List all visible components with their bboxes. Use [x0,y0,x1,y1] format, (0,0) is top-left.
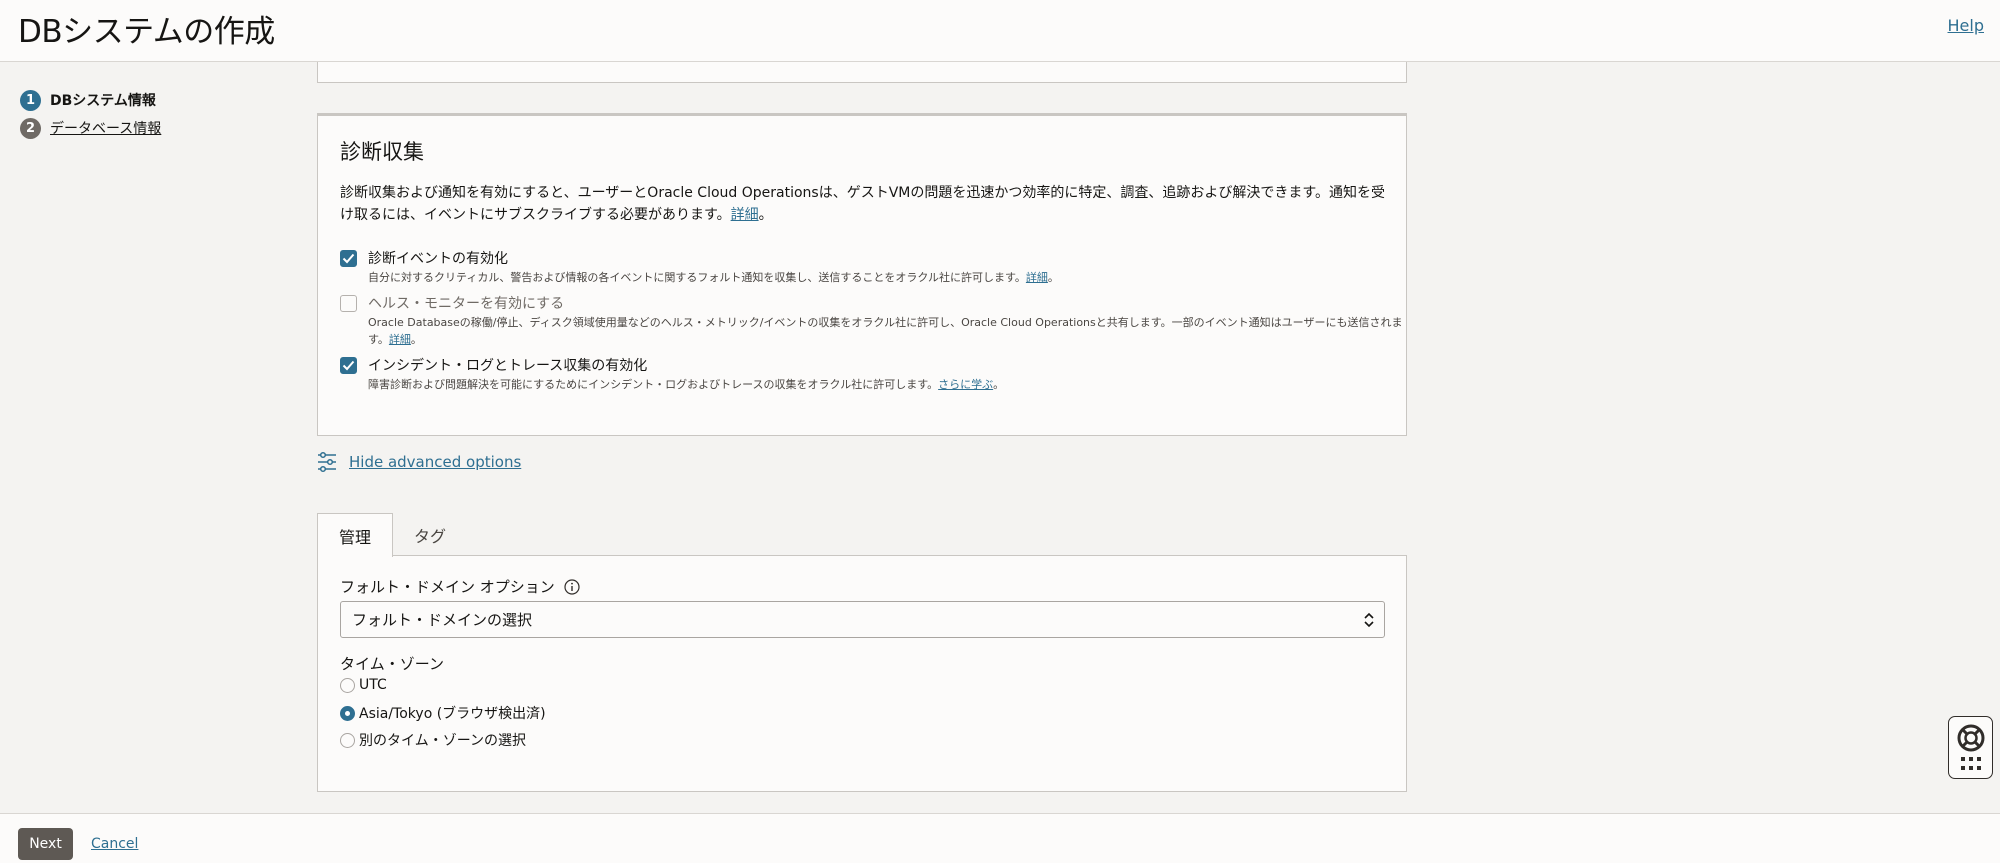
timezone-option-utc[interactable]: UTC [340,677,387,693]
radio-button[interactable] [340,732,355,748]
radio-label: Asia/Tokyo (ブラウザ検出済) [359,706,546,722]
option-label: インシデント・ログとトレース収集の有効化 [368,358,648,374]
previous-section-card [317,62,1407,83]
checkmark-icon [342,360,355,371]
page-header: DBシステムの作成 Help [0,0,2000,62]
help-widget[interactable] [1948,716,1993,779]
option-label: ヘルス・モニターを有効にする [368,296,565,312]
section-description: 診断収集および通知を有効にすると、ユーザーとOracle Cloud Opera… [340,185,1385,223]
section-title: 診断収集 [340,140,424,164]
chevron-up-down-icon [1364,612,1374,628]
select-value: フォルト・ドメインの選択 [352,611,533,629]
timezone-label: タイム・ゾーン [340,655,444,673]
tab-tags[interactable]: タグ [393,513,467,556]
enable-health-monitor-checkbox[interactable] [340,295,357,312]
checkmark-icon [342,253,355,264]
grid-menu-icon [1960,757,1981,771]
learn-more-link[interactable]: さらに学ぶ [938,378,993,391]
radio-button[interactable] [340,677,355,693]
details-link[interactable]: 詳細 [1026,271,1048,284]
wizard-steps: 1 DBシステム情報 2 データベース情報 [20,86,161,142]
details-link[interactable]: 詳細 [389,333,411,346]
lifebuoy-icon [1957,724,1984,752]
sliders-icon [318,451,336,473]
details-link[interactable]: 詳細 [731,207,759,223]
step-label: DBシステム情報 [50,93,156,109]
option-help-text: 障害診断および問題解決を可能にするためにインシデント・ログおよびトレースの収集を… [368,378,1005,391]
advanced-tabs: 管理 タグ [317,513,467,557]
next-button[interactable]: Next [18,828,73,860]
step-number: 1 [20,89,41,111]
radio-button[interactable] [340,705,355,721]
option-label: 診断イベントの有効化 [368,251,508,267]
step-db-system-info[interactable]: 1 DBシステム情報 [20,86,161,114]
tab-management[interactable]: 管理 [317,513,394,557]
radio-label: 別のタイム・ゾーンの選択 [359,733,527,749]
fault-domain-label: フォルト・ドメイン オプション [340,576,580,597]
enable-incident-logs-checkbox[interactable] [340,357,357,374]
step-label: データベース情報 [50,121,162,137]
enable-incident-logs-option: インシデント・ログとトレース収集の有効化 障害診断および問題解決を可能にするため… [340,356,1408,393]
radio-label: UTC [359,677,387,693]
page-footer: Next Cancel [0,813,2000,863]
step-database-info[interactable]: 2 データベース情報 [20,114,161,142]
diagnostics-collection-card: 診断収集 診断収集および通知を有効にすると、ユーザーとOracle Cloud … [317,113,1407,436]
help-link[interactable]: Help [1948,16,1984,35]
enable-diagnostic-events-checkbox[interactable] [340,250,357,267]
timezone-option-asia-tokyo[interactable]: Asia/Tokyo (ブラウザ検出済) [340,703,546,723]
cancel-link[interactable]: Cancel [91,836,138,852]
hide-advanced-options-link[interactable]: Hide advanced options [349,453,521,471]
option-help-text: 自分に対するクリティカル、警告および情報の各イベントに関するフォルト通知を収集し… [368,271,1059,284]
advanced-options-toggle[interactable]: Hide advanced options [317,451,521,473]
enable-health-monitor-option: ヘルス・モニターを有効にする Oracle Databaseの稼働/停止、ディス… [340,294,1408,348]
step-number: 2 [20,117,41,139]
info-icon[interactable] [564,578,580,595]
page-title: DBシステムの作成 [18,14,275,50]
management-tab-panel: フォルト・ドメイン オプション フォルト・ドメインの選択 タイム・ゾーン UTC… [317,555,1407,792]
option-help-text: Oracle Databaseの稼働/停止、ディスク領域使用量などのヘルス・メト… [368,316,1403,346]
enable-diagnostic-events-option: 診断イベントの有効化 自分に対するクリティカル、警告および情報の各イベントに関す… [340,249,1408,286]
fault-domain-select[interactable]: フォルト・ドメインの選択 [340,601,1385,638]
timezone-option-other[interactable]: 別のタイム・ゾーンの選択 [340,730,526,750]
